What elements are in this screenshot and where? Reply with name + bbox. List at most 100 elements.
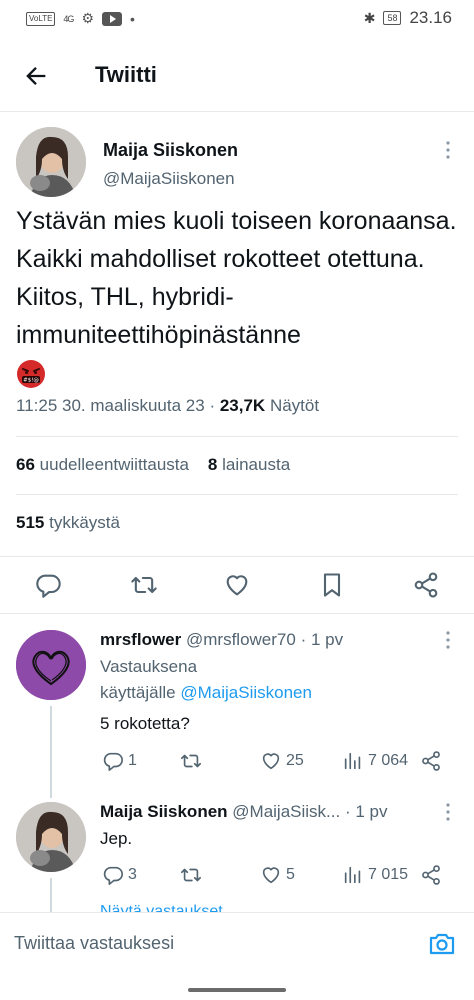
youtube-icon [102,11,122,26]
reply-author-name[interactable]: mrsflower [100,630,181,649]
like-count: 5 [286,866,295,883]
battery-indicator: 58 [383,11,402,25]
analytics-icon [344,866,361,884]
reply-time: · 1 pv [300,630,344,649]
quotes-label: lainausta [222,455,291,474]
reply-avatar-maija[interactable] [16,802,86,872]
reply-reply-button[interactable]: 3 [102,864,137,886]
views-count: 7 064 [368,752,409,769]
bookmark-icon [323,573,341,597]
reply-share-button[interactable] [420,750,442,772]
views-label: Näytöt [269,396,320,415]
reply-count: 3 [128,866,137,883]
reply-icon [36,574,61,598]
share-icon [422,751,440,771]
like-button[interactable] [223,571,251,599]
more-options-icon[interactable] [443,140,453,160]
retweets-stat[interactable]: 66 uudelleentwiittausta [16,455,189,474]
like-count: 25 [286,752,304,769]
more-options-icon[interactable] [443,802,453,822]
analytics-icon [344,752,361,770]
heart-icon [262,867,280,884]
app-header: Twiitti [0,40,474,112]
reply-author-handle[interactable]: @MaijaSiisk... [232,802,340,821]
likes-label: tykkäystä [49,513,120,532]
reply-input[interactable] [14,923,414,963]
reply-button[interactable] [34,571,62,599]
views-count: 7 015 [368,866,409,883]
reply-time: · 1 pv [344,802,388,821]
gear-icon: ⚙ [81,10,94,26]
thread-line [50,878,52,912]
reply-retweet-button[interactable] [180,864,206,886]
reply-mention-link[interactable]: @MaijaSiiskonen [180,683,312,702]
reply-author-name[interactable]: Maija Siiskonen [100,802,228,821]
dot-icon: • [130,10,135,27]
likes-stat[interactable]: 515 tykkäystä [16,513,120,532]
retweet-icon [131,576,157,594]
bookmark-button[interactable] [318,571,346,599]
quotes-count: 8 [207,455,218,474]
reply-context-prefix: Vastauksena [100,657,198,676]
reply-actions: 1 25 7 064 [100,750,450,774]
status-time: 23.16 [409,8,452,27]
retweets-label: uudelleentwiittausta [39,455,189,474]
tweet-action-bar [0,556,474,614]
reply-share-button[interactable] [420,864,442,886]
reply-views-button[interactable]: 7 015 [342,864,408,886]
reply-retweet-button[interactable] [180,750,206,772]
svg-text:#$!@: #$!@ [23,378,39,384]
thread-line [50,706,52,798]
heart-icon [226,575,248,596]
reply-avatar-mrsflower[interactable] [16,630,86,700]
likes-stats: 515 tykkäystä [16,494,458,556]
views-count: 23,7K [219,396,266,415]
reply-text: 5 rokotetta? [100,714,190,733]
camera-icon[interactable] [428,931,456,957]
tweet-meta: 11:25 30. maaliskuuta 23 · 23,7K Näytöt [16,396,319,416]
status-right: ✱ 58 23.16 [364,8,452,28]
retweet-button[interactable] [130,571,158,599]
retweet-quote-stats: 66 uudelleentwiittausta 8 lainausta [16,436,458,494]
author-handle[interactable]: @MaijaSiiskonen [103,169,235,189]
reply-count: 1 [128,752,137,769]
retweet-icon [181,754,201,768]
share-icon [422,865,440,885]
volte-indicator: VoLTE [26,11,56,26]
reply-icon [103,752,123,771]
reply-compose-bar [0,912,474,972]
network-indicator: 4G [63,13,74,24]
show-replies-link[interactable]: Näytä vastaukset [100,904,223,912]
back-arrow-icon[interactable] [22,62,50,90]
reply-views-button[interactable]: 7 064 [342,750,408,772]
reply-context: Vastauksena käyttäjälle @MaijaSiiskonen [100,654,312,706]
reply-author-handle[interactable]: @mrsflower70 [186,630,296,649]
author-avatar[interactable] [16,127,86,197]
status-left: VoLTE 4G ⚙ • [26,10,135,27]
tweet-text: Ystävän mies kuoli toiseen koronaansa. K… [16,207,457,349]
retweet-icon [181,868,201,882]
retweets-count: 66 [16,455,35,474]
bluetooth-icon: ✱ [363,9,376,26]
share-icon [414,572,438,598]
author-name[interactable]: Maija Siiskonen [103,140,238,161]
more-options-icon[interactable] [443,630,453,650]
reply-reply-button[interactable]: 1 [102,750,137,772]
reply-icon [103,866,123,885]
status-bar: VoLTE 4G ⚙ • ✱ 58 23.16 [0,0,474,40]
gesture-bar [188,988,286,992]
reply-actions: 3 5 7 015 [100,864,450,888]
face-with-symbols-on-mouth-icon: #$!@ [17,360,45,389]
reply-header: mrsflower @mrsflower70 · 1 pv [100,630,343,650]
tweet-body: Ystävän mies kuoli toiseen koronaansa. K… [16,202,464,392]
quotes-stat[interactable]: 8 lainausta [208,455,290,474]
share-button[interactable] [412,571,440,599]
reply-like-button[interactable]: 5 [260,864,295,886]
tweet-time: 11:25 30. maaliskuuta 23 [16,396,205,415]
meta-separator: · [209,396,216,415]
reply-text: Jep. [100,829,133,848]
reply-header: Maija Siiskonen @MaijaSiisk... · 1 pv [100,802,388,822]
page-title: Twiitti [95,62,157,87]
heart-icon [262,753,280,770]
reply-like-button[interactable]: 25 [260,750,304,772]
